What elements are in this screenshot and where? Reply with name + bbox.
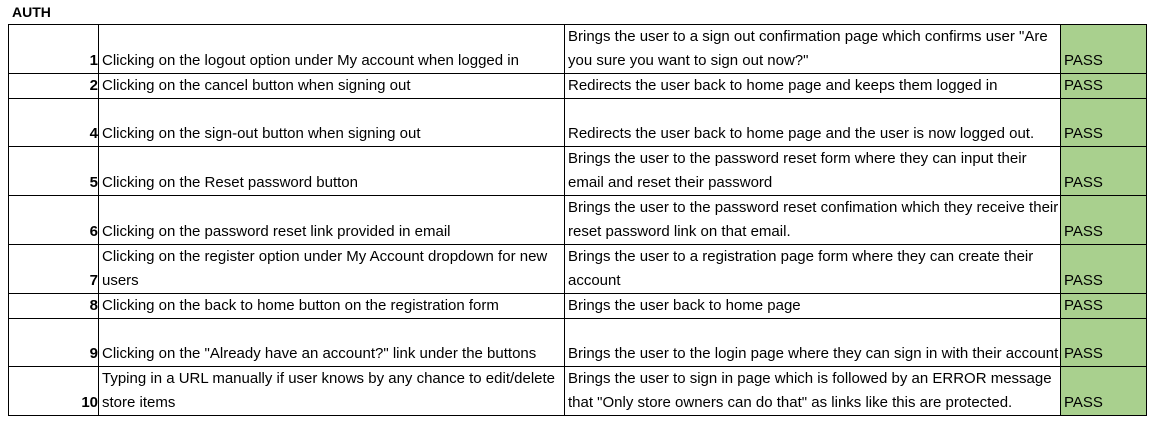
action-cell[interactable]: Clicking on the password reset link prov… [98,195,565,245]
expected-result-cell[interactable]: Brings the user to the login page where … [564,318,1061,367]
action-cell[interactable]: Clicking on the sign-out button when sig… [98,98,565,147]
table-row: 2 Clicking on the cancel button when sig… [8,73,1147,99]
action-cell[interactable]: Clicking on the "Already have an account… [98,318,565,367]
expected-result-cell[interactable]: Brings the user to a sign out confirmati… [564,24,1061,74]
table-row: 4 Clicking on the sign-out button when s… [8,98,1147,147]
table-row: 6 Clicking on the password reset link pr… [8,195,1147,245]
table-row: 1 Clicking on the logout option under My… [8,24,1147,74]
table-row: 10 Typing in a URL manually if user know… [8,366,1147,416]
test-number-cell[interactable]: 9 [8,318,99,367]
expected-result-cell[interactable]: Redirects the user back to home page and… [564,73,1061,99]
status-cell[interactable]: PASS [1060,244,1147,294]
action-cell[interactable]: Clicking on the Reset password button [98,146,565,196]
expected-result-cell[interactable]: Brings the user to sign in page which is… [564,366,1061,416]
test-number-cell[interactable]: 8 [8,293,99,319]
status-cell[interactable]: PASS [1060,318,1147,367]
action-cell[interactable]: Clicking on the back to home button on t… [98,293,565,319]
test-number-cell[interactable]: 1 [8,24,99,74]
action-cell[interactable]: Clicking on the register option under My… [98,244,565,294]
expected-result-cell[interactable]: Brings the user to a registration page f… [564,244,1061,294]
test-number-cell[interactable]: 6 [8,195,99,245]
status-cell[interactable]: PASS [1060,366,1147,416]
status-cell[interactable]: PASS [1060,146,1147,196]
test-number-cell[interactable]: 7 [8,244,99,294]
test-number-cell[interactable]: 10 [8,366,99,416]
status-cell[interactable]: PASS [1060,195,1147,245]
expected-result-cell[interactable]: Brings the user back to home page [564,293,1061,319]
expected-result-cell[interactable]: Redirects the user back to home page and… [564,98,1061,147]
action-cell[interactable]: Typing in a URL manually if user knows b… [98,366,565,416]
test-results-table: 1 Clicking on the logout option under My… [8,24,1147,416]
action-cell[interactable]: Clicking on the logout option under My a… [98,24,565,74]
status-cell[interactable]: PASS [1060,24,1147,74]
test-number-cell[interactable]: 2 [8,73,99,99]
table-row: 5 Clicking on the Reset password button … [8,146,1147,196]
action-cell[interactable]: Clicking on the cancel button when signi… [98,73,565,99]
status-cell[interactable]: PASS [1060,98,1147,147]
status-cell[interactable]: PASS [1060,73,1147,99]
expected-result-cell[interactable]: Brings the user to the password reset co… [564,195,1061,245]
table-row: 8 Clicking on the back to home button on… [8,293,1147,319]
sheet-title: AUTH [12,4,51,20]
status-cell[interactable]: PASS [1060,293,1147,319]
table-row: 7 Clicking on the register option under … [8,244,1147,294]
test-number-cell[interactable]: 5 [8,146,99,196]
expected-result-cell[interactable]: Brings the user to the password reset fo… [564,146,1061,196]
test-number-cell[interactable]: 4 [8,98,99,147]
table-row: 9 Clicking on the "Already have an accou… [8,318,1147,367]
